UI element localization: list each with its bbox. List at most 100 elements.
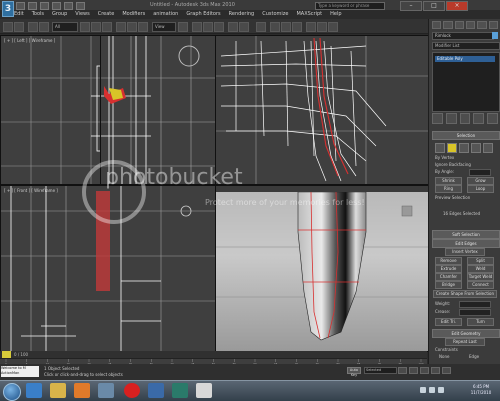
vertex-mode-icon[interactable] bbox=[435, 143, 445, 153]
create-shape-button[interactable]: Create Shape From Selection bbox=[433, 290, 497, 298]
constraint-edge-radio[interactable]: Edge bbox=[469, 354, 479, 359]
3dsmax-taskbar-icon[interactable] bbox=[172, 383, 188, 398]
select-by-name-icon[interactable] bbox=[91, 22, 101, 32]
modify-tab-icon[interactable] bbox=[443, 21, 453, 29]
tray-volume-icon[interactable] bbox=[438, 387, 444, 393]
schematic-view-icon[interactable] bbox=[281, 22, 291, 32]
grow-button[interactable]: Grow bbox=[467, 177, 494, 185]
menu-views[interactable]: Views bbox=[75, 10, 89, 18]
connect-button[interactable]: Connect bbox=[467, 281, 494, 289]
by-angle-spinner[interactable] bbox=[469, 169, 491, 176]
remove-modifier-icon[interactable] bbox=[473, 113, 485, 124]
play-icon[interactable] bbox=[420, 367, 429, 374]
menu-rendering[interactable]: Rendering bbox=[229, 10, 255, 18]
render-production-icon[interactable] bbox=[328, 22, 338, 32]
shrink-button[interactable]: Shrink bbox=[435, 177, 462, 185]
show-end-result-icon[interactable] bbox=[445, 113, 457, 124]
menu-help[interactable]: Help bbox=[330, 10, 341, 18]
display-tab-icon[interactable] bbox=[477, 21, 487, 29]
menu-animation[interactable]: animation bbox=[153, 10, 178, 18]
element-mode-icon[interactable] bbox=[483, 143, 493, 153]
auto-key-button[interactable]: Auto Key bbox=[347, 367, 361, 377]
maxscript-listener[interactable]: Welcome to M ActionMan bbox=[1, 366, 39, 377]
insert-vertex-button[interactable]: Insert Vertex bbox=[445, 248, 485, 256]
by-angle-checkbox[interactable]: By Angle: bbox=[435, 169, 454, 174]
reference-coord-dropdown[interactable]: View bbox=[152, 22, 176, 32]
modifier-list-dropdown[interactable]: Modifier List bbox=[432, 42, 500, 50]
move-icon[interactable] bbox=[116, 22, 126, 32]
new-file-icon[interactable] bbox=[16, 2, 25, 10]
layer-manager-icon[interactable] bbox=[256, 22, 266, 32]
app-icon[interactable] bbox=[148, 383, 164, 398]
menu-group[interactable]: Group bbox=[52, 10, 67, 18]
menu-create[interactable]: Create bbox=[98, 10, 115, 18]
mirror-icon[interactable] bbox=[228, 22, 238, 32]
chamfer-button[interactable]: Chamfer bbox=[435, 273, 462, 281]
edit-edges-rollout[interactable]: Edit Edges bbox=[432, 239, 500, 248]
weight-spinner[interactable] bbox=[459, 301, 491, 308]
undo-tool-icon[interactable] bbox=[3, 22, 13, 32]
stack-item-editable-poly[interactable]: Editable Poly bbox=[435, 56, 495, 62]
object-color-swatch[interactable] bbox=[492, 32, 498, 39]
repeat-last-button[interactable]: Repeat Last bbox=[445, 338, 485, 346]
motion-tab-icon[interactable] bbox=[465, 21, 476, 29]
ie-icon[interactable] bbox=[26, 383, 42, 398]
curve-editor-icon[interactable] bbox=[270, 22, 280, 32]
next-frame-icon[interactable] bbox=[431, 367, 440, 374]
key-filter-dropdown[interactable]: Selected bbox=[364, 367, 397, 374]
go-to-end-icon[interactable] bbox=[442, 367, 451, 374]
pivot-icon[interactable] bbox=[178, 22, 188, 32]
menu-customize[interactable]: Customize bbox=[262, 10, 288, 18]
help-search-input[interactable]: Type a keyword or phrase bbox=[315, 2, 385, 10]
align-icon[interactable] bbox=[239, 22, 249, 32]
link-icon[interactable] bbox=[28, 22, 38, 32]
tray-clock[interactable]: 6:45 PM 11/7/2010 bbox=[465, 384, 497, 396]
menu-maxscript[interactable]: MAXScript bbox=[296, 10, 322, 18]
menu-modifiers[interactable]: Modifiers bbox=[122, 10, 145, 18]
time-slider[interactable]: 0 / 100 bbox=[0, 351, 427, 358]
render-setup-icon[interactable] bbox=[306, 22, 316, 32]
prev-frame-icon[interactable] bbox=[409, 367, 418, 374]
percent-snap-icon[interactable] bbox=[214, 22, 224, 32]
border-mode-icon[interactable] bbox=[459, 143, 469, 153]
loop-button[interactable]: Loop bbox=[467, 185, 494, 193]
split-button[interactable]: Split bbox=[467, 257, 494, 265]
menu-edit[interactable]: Edit bbox=[14, 10, 24, 18]
make-unique-icon[interactable] bbox=[459, 113, 471, 124]
remove-button[interactable]: Remove bbox=[435, 257, 462, 265]
soft-selection-rollout[interactable]: Soft Selection bbox=[432, 230, 500, 239]
menu-tools[interactable]: Tools bbox=[32, 10, 44, 18]
target-weld-button[interactable]: Target Weld bbox=[467, 273, 494, 281]
select-object-icon[interactable] bbox=[80, 22, 90, 32]
time-slider-thumb[interactable] bbox=[2, 351, 11, 358]
selection-filter-dropdown[interactable]: All bbox=[52, 22, 78, 32]
explorer-icon[interactable] bbox=[50, 383, 66, 398]
unlink-icon[interactable] bbox=[39, 22, 49, 32]
polygon-mode-icon[interactable] bbox=[471, 143, 481, 153]
edge-mode-icon[interactable] bbox=[447, 143, 457, 153]
bridge-button[interactable]: Bridge bbox=[435, 281, 462, 289]
edit-geometry-rollout[interactable]: Edit Geometry bbox=[432, 329, 500, 338]
redo-tool-icon[interactable] bbox=[14, 22, 24, 32]
app-logo-icon[interactable]: 3 bbox=[2, 1, 14, 17]
tray-flag-icon[interactable] bbox=[420, 387, 426, 393]
rectangle-selection-icon[interactable] bbox=[102, 22, 112, 32]
start-button[interactable] bbox=[3, 383, 21, 401]
crease-spinner[interactable] bbox=[459, 309, 491, 316]
network-icon[interactable] bbox=[98, 383, 114, 398]
scale-icon[interactable] bbox=[138, 22, 148, 32]
hold-icon[interactable] bbox=[76, 2, 85, 10]
rendered-frame-icon[interactable] bbox=[317, 22, 327, 32]
selection-rollout[interactable]: Selection bbox=[432, 131, 500, 140]
hierarchy-tab-icon[interactable] bbox=[454, 21, 464, 29]
utilities-tab-icon[interactable] bbox=[488, 21, 498, 29]
media-icon[interactable] bbox=[196, 383, 212, 398]
edit-tri-button[interactable]: Edit Tri. bbox=[435, 318, 462, 326]
menu-graph-editors[interactable]: Graph Editors bbox=[186, 10, 220, 18]
recorder-icon[interactable] bbox=[124, 383, 140, 398]
material-editor-icon[interactable] bbox=[292, 22, 302, 32]
snaps-icon[interactable] bbox=[192, 22, 202, 32]
viewport-perspective[interactable] bbox=[215, 185, 429, 352]
redo-icon[interactable] bbox=[64, 2, 73, 10]
rotate-icon[interactable] bbox=[127, 22, 137, 32]
